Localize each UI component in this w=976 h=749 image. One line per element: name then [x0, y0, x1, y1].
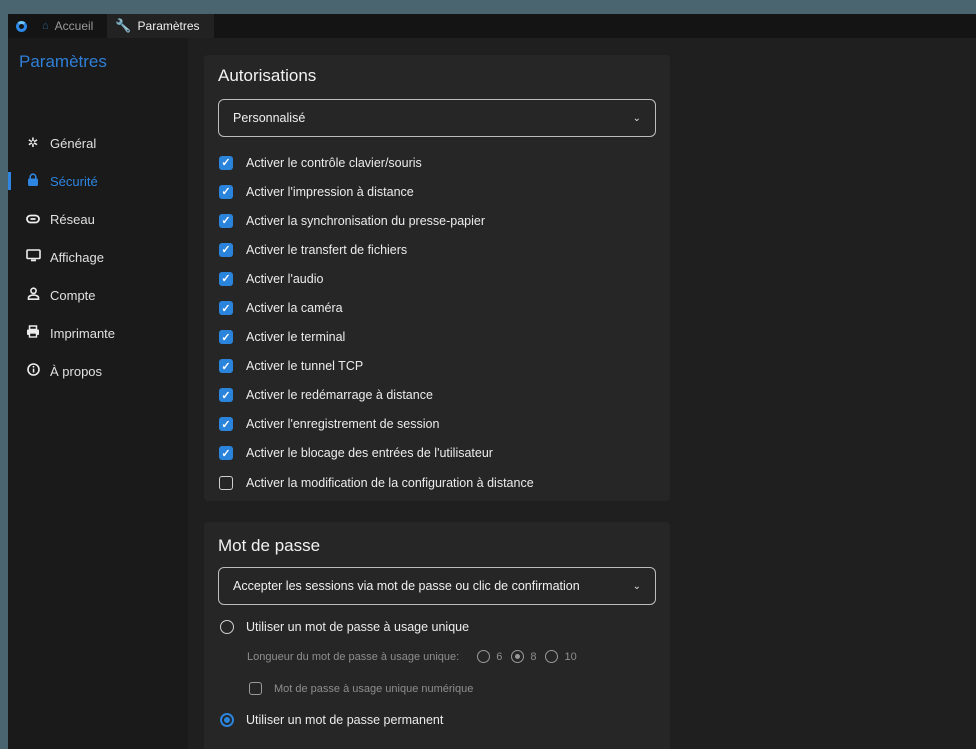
sidebar-item-affichage[interactable]: Affichage	[8, 238, 188, 276]
checkbox-checked-icon[interactable]: ✓	[219, 271, 233, 286]
permission-option[interactable]: ✓ Activer la synchronisation du presse-pa…	[219, 206, 534, 235]
length-10-label: 10	[564, 650, 577, 663]
numeric-password-checkbox[interactable]	[249, 682, 262, 695]
person-icon	[25, 287, 41, 303]
numeric-password-option[interactable]: Mot de passe à usage unique numérique	[249, 682, 473, 695]
password-title: Mot de passe	[218, 536, 321, 555]
permission-option-label: Activer la modification de la configurat…	[246, 475, 534, 490]
checkbox-checked-icon[interactable]: ✓	[219, 446, 233, 461]
gear-icon: ✲	[27, 135, 39, 150]
one-time-password-radio[interactable]	[220, 620, 234, 634]
wrench-icon: 🔧	[115, 18, 132, 33]
checkbox-checked-icon[interactable]: ✓	[219, 213, 233, 228]
permission-option[interactable]: ✓ Activer l'impression à distance	[219, 177, 534, 206]
sidebar-item-securite[interactable]: Sécurité	[8, 162, 188, 200]
tab-accueil[interactable]: ⌂ Accueil	[34, 14, 107, 38]
tab-label: Paramètres	[137, 19, 200, 33]
sidebar-item-label: Compte	[50, 287, 96, 303]
sidebar: Paramètres ✲ Général Sécurité Réseau Aff…	[8, 38, 188, 749]
permission-option-label: Activer l'enregistrement de session	[246, 417, 440, 432]
app-window: ⌂ Accueil 🔧 Paramètres Paramètres ✲ Géné…	[8, 14, 976, 749]
sidebar-item-reseau[interactable]: Réseau	[8, 200, 188, 238]
tab-label: Accueil	[54, 19, 94, 33]
permission-option-label: Activer l'audio	[246, 271, 324, 286]
sidebar-item-label: À propos	[50, 363, 103, 379]
printer-icon	[25, 325, 41, 341]
sidebar-item-label: Sécurité	[50, 173, 98, 189]
checkbox-checked-icon[interactable]: ✓	[219, 301, 233, 316]
permission-option-label: Activer la synchronisation du presse-pap…	[246, 213, 486, 228]
permission-option[interactable]: Activer la modification de la configurat…	[219, 468, 534, 497]
one-time-password-label: Utiliser un mot de passe à usage unique	[246, 620, 470, 634]
permission-option[interactable]: ✓ Activer le terminal	[219, 323, 534, 352]
password-card: Mot de passe Accepter les sessions via m…	[204, 522, 670, 749]
permissions-checkbox-list: ✓ Activer le contrôle clavier/souris ✓ Acti…	[219, 148, 534, 497]
length-8-label: 8	[530, 650, 537, 663]
permission-option[interactable]: ✓ Activer le tunnel TCP	[219, 352, 534, 381]
length-8-radio[interactable]	[511, 650, 525, 663]
permissions-title: Autorisations	[218, 66, 317, 85]
password-length-row: Longueur du mot de passe à usage unique:…	[247, 650, 577, 663]
password-mode-select[interactable]: Accepter les sessions via mot de passe o…	[218, 567, 656, 605]
settings-content: Autorisations Personnalisé ⌄ ✓ Activer le…	[188, 38, 976, 749]
permission-option[interactable]: ✓ Activer le blocage des entrées de l'uti…	[219, 439, 534, 468]
one-time-password-option[interactable]: Utiliser un mot de passe à usage unique	[220, 620, 469, 634]
length-6-radio[interactable]	[477, 650, 491, 663]
sidebar-title: Paramètres	[19, 52, 107, 71]
password-length-label: Longueur du mot de passe à usage unique:	[247, 650, 460, 663]
permission-option[interactable]: ✓ Activer l'enregistrement de session	[219, 410, 534, 439]
permanent-password-option[interactable]: Utiliser un mot de passe permanent	[220, 713, 443, 727]
checkbox-checked-icon[interactable]: ✓	[219, 155, 233, 170]
chevron-down-icon: ⌄	[632, 580, 641, 592]
sidebar-item-imprimante[interactable]: Imprimante	[8, 314, 188, 352]
checkbox-unchecked-icon[interactable]	[219, 475, 233, 490]
permission-option[interactable]: ✓ Activer le redémarrage à distance	[219, 381, 534, 410]
permission-option-label: Activer l'impression à distance	[246, 184, 414, 199]
permission-option-label: Activer le transfert de fichiers	[246, 242, 408, 257]
sidebar-item-label: Affichage	[50, 249, 104, 265]
permissions-preset-select[interactable]: Personnalisé ⌄	[218, 99, 656, 137]
permissions-card: Autorisations Personnalisé ⌄ ✓ Activer le…	[204, 55, 670, 501]
home-icon: ⌂	[42, 20, 49, 32]
checkbox-checked-icon[interactable]: ✓	[219, 184, 233, 199]
link-icon	[25, 212, 41, 227]
permission-option[interactable]: ✓ Activer la caméra	[219, 293, 534, 322]
permission-option-label: Activer le terminal	[246, 330, 346, 345]
length-6-label: 6	[496, 650, 503, 663]
sidebar-nav: ✲ Général Sécurité Réseau Affichage Comp…	[8, 124, 188, 390]
checkbox-checked-icon[interactable]: ✓	[219, 330, 233, 345]
sidebar-item-a-propos[interactable]: À propos	[8, 352, 188, 390]
info-icon	[25, 363, 41, 379]
select-value: Personnalisé	[233, 111, 306, 125]
title-bar: ⌂ Accueil 🔧 Paramètres	[8, 14, 976, 38]
checkbox-checked-icon[interactable]: ✓	[219, 359, 233, 374]
permission-option[interactable]: ✓ Activer le contrôle clavier/souris	[219, 148, 534, 177]
sidebar-item-label: Réseau	[50, 211, 95, 227]
app-logo-icon	[8, 14, 34, 38]
permission-option-label: Activer le contrôle clavier/souris	[246, 155, 422, 170]
length-10-radio[interactable]	[545, 650, 559, 663]
numeric-password-label: Mot de passe à usage unique numérique	[274, 682, 474, 695]
chevron-down-icon: ⌄	[632, 112, 641, 124]
select-value: Accepter les sessions via mot de passe o…	[233, 579, 580, 593]
checkbox-checked-icon[interactable]: ✓	[219, 388, 233, 403]
sidebar-item-compte[interactable]: Compte	[8, 276, 188, 314]
permission-option-label: Activer le tunnel TCP	[246, 359, 364, 374]
lock-icon	[25, 173, 41, 189]
permission-option-label: Activer le redémarrage à distance	[246, 388, 433, 403]
checkbox-checked-icon[interactable]: ✓	[219, 242, 233, 257]
permanent-password-label: Utiliser un mot de passe permanent	[246, 713, 444, 727]
sidebar-item-general[interactable]: ✲ Général	[8, 124, 188, 162]
permanent-password-radio[interactable]	[220, 713, 234, 727]
sidebar-item-label: Général	[50, 135, 97, 151]
permission-option[interactable]: ✓ Activer l'audio	[219, 264, 534, 293]
monitor-icon	[25, 249, 41, 265]
permission-option[interactable]: ✓ Activer le transfert de fichiers	[219, 235, 534, 264]
tab-parametres[interactable]: 🔧 Paramètres	[107, 14, 214, 38]
permission-option-label: Activer le blocage des entrées de l'util…	[246, 446, 493, 461]
permission-option-label: Activer la caméra	[246, 301, 343, 316]
sidebar-item-label: Imprimante	[50, 325, 116, 341]
checkbox-checked-icon[interactable]: ✓	[219, 417, 233, 432]
